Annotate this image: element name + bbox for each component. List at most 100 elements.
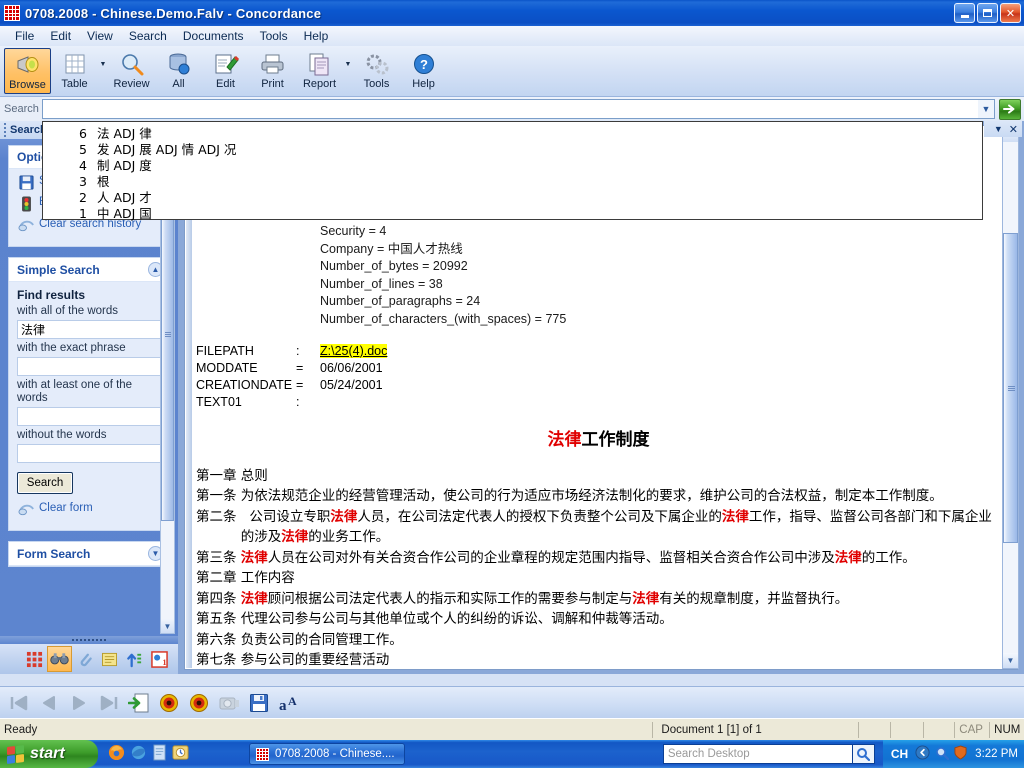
title-bar: 0708.2008 - Chinese.Demo.Falv - Concorda… (0, 0, 1024, 26)
internet-explorer-icon[interactable] (130, 744, 147, 764)
shield-icon[interactable] (954, 745, 967, 763)
magnifier-icon[interactable] (935, 746, 950, 763)
toolbar-button-table[interactable]: Table (51, 48, 98, 94)
table-dropdown-arrow-icon[interactable]: ▼ (98, 48, 108, 94)
camera-button[interactable] (214, 689, 244, 717)
taskbar-task-concordance[interactable]: 0708.2008 - Chinese.... (249, 743, 405, 765)
toolbar-button-review[interactable]: Review (108, 48, 155, 94)
search-keyword-hit[interactable]: 法律 (281, 529, 308, 545)
desktop-search-input[interactable]: Search Desktop (662, 744, 853, 764)
history-item[interactable]: 6 法 ADJ 律 (43, 126, 982, 142)
search-keyword-hit[interactable]: 法律 (632, 591, 659, 607)
input-any-words[interactable] (17, 407, 163, 426)
document-paragraph: 第一条 为依法规范企业的经营管理活动，使公司的行为适应市场经济法制化的要求，维护… (196, 486, 1001, 507)
input-without-words[interactable] (17, 444, 163, 463)
dictionary-icon[interactable]: 1 (147, 646, 172, 672)
gears-icon (364, 50, 390, 78)
attachments-paperclip-icon[interactable] (72, 646, 97, 672)
notes-icon[interactable] (97, 646, 122, 672)
report-dropdown-arrow-icon[interactable]: ▼ (343, 48, 353, 94)
history-item[interactable]: 1 中 ADJ 国 (43, 206, 982, 222)
form-search-header[interactable]: Form Search ▼ (9, 542, 171, 566)
paragraph-label: 第六条 (196, 631, 241, 648)
menu-item-edit[interactable]: Edit (42, 27, 79, 45)
toolbar-button-tools[interactable]: Tools (353, 48, 400, 94)
notepad-icon[interactable] (152, 744, 167, 764)
scroll-down-icon[interactable]: ▼ (1003, 653, 1018, 668)
browse-binoculars-icon[interactable] (47, 646, 72, 672)
sidebar-resize-grip[interactable] (0, 636, 178, 644)
maximize-button[interactable] (977, 3, 998, 23)
menu-item-file[interactable]: File (7, 27, 42, 45)
goto-record-button[interactable] (124, 689, 154, 717)
save-button[interactable] (244, 689, 274, 717)
search-keyword-hit[interactable]: 法律 (835, 550, 862, 566)
input-all-words[interactable] (17, 320, 163, 339)
document-scrollbar-thumb[interactable] (1003, 233, 1018, 543)
field-row: FILEPATH : Z:\25(4).doc (196, 343, 1001, 360)
show-hidden-icon[interactable] (915, 745, 930, 763)
menu-item-view[interactable]: View (79, 27, 121, 45)
history-item[interactable]: 4 制 ADJ 度 (43, 158, 982, 174)
taskbar: start 0708.2008 - Chinese.... Search Des (0, 740, 1024, 768)
outlook-icon[interactable] (172, 744, 189, 764)
unmark-record-button[interactable] (184, 689, 214, 717)
menu-item-search[interactable]: Search (121, 27, 175, 45)
search-keyword-hit[interactable]: 法律 (330, 509, 357, 525)
toolbar-button-print[interactable]: Print (249, 48, 296, 94)
font-button[interactable]: aA (274, 689, 304, 717)
document-metadata: Security = 4 Company = 中国人才热线 Number_of_… (196, 223, 1001, 329)
history-item[interactable]: 3 根 (43, 174, 982, 190)
history-item-text: 中 ADJ 国 (97, 206, 152, 221)
toolbar-button-edit[interactable]: Edit (202, 48, 249, 94)
field-separator: : (296, 343, 300, 358)
clear-form-item[interactable]: Clear form (17, 502, 163, 516)
last-record-button[interactable] (94, 689, 124, 717)
sidebar-scroll-down-icon[interactable]: ▼ (161, 619, 174, 633)
green-arrow-right-icon[interactable] (999, 98, 1021, 120)
close-icon[interactable]: ✕ (1009, 123, 1018, 136)
history-item-text: 法 ADJ 律 (97, 126, 152, 141)
toolbar-button-browse[interactable]: Browse (4, 48, 51, 94)
flashlight-icon (14, 51, 42, 79)
first-record-button[interactable] (4, 689, 34, 717)
menu-item-tools[interactable]: Tools (252, 27, 296, 45)
search-keyword-hit[interactable]: 法律 (722, 509, 749, 525)
search-button[interactable]: Search (17, 472, 73, 494)
taskbar-clock[interactable]: 3:22 PM (975, 748, 1018, 760)
document-scrollbar[interactable]: ▲ ▼ (1002, 126, 1019, 669)
chevron-down-icon[interactable]: ▼ (994, 124, 1003, 134)
language-indicator[interactable]: CH (891, 747, 908, 761)
label-exact-phrase: with the exact phrase (17, 342, 126, 354)
menu-item-help[interactable]: Help (296, 27, 337, 45)
toolbar-label-all: All (172, 78, 185, 90)
menu-item-documents[interactable]: Documents (175, 27, 252, 45)
history-item[interactable]: 5 发 ADJ 展 ADJ 情 ADJ 况 (43, 142, 982, 158)
toolbar-button-report[interactable]: Report (296, 48, 343, 94)
next-record-button[interactable] (64, 689, 94, 717)
paragraph-text: 法律人员在公司对外有关合资合作公司的企业章程的规定范围内指导、监督相关合资合作公… (241, 548, 1001, 569)
history-item[interactable]: 2 人 ADJ 才 (43, 190, 982, 206)
sort-icon[interactable] (122, 646, 147, 672)
quick-search-input[interactable] (43, 99, 978, 119)
firefox-icon[interactable] (108, 744, 125, 764)
meta-line: Company = 中国人才热线 (320, 241, 463, 256)
toolbar-button-help[interactable]: ? Help (400, 48, 447, 94)
search-history-dropdown[interactable]: 6 法 ADJ 律 5 发 ADJ 展 ADJ 情 ADJ 况 4 制 ADJ … (42, 121, 983, 222)
input-exact-phrase[interactable] (17, 357, 163, 376)
chevron-down-icon[interactable]: ▼ (978, 100, 994, 118)
quick-search-field[interactable]: ▼ (42, 99, 995, 119)
start-button[interactable]: start (0, 740, 98, 768)
mark-record-button[interactable] (154, 689, 184, 717)
close-button[interactable]: ✕ (1000, 3, 1021, 23)
sidebar-grip-icon[interactable] (4, 123, 6, 137)
search-keyword-hit[interactable]: 法律 (241, 591, 268, 607)
magnifier-icon[interactable] (852, 744, 875, 764)
toolbar-button-all[interactable]: All (155, 48, 202, 94)
previous-record-button[interactable] (34, 689, 64, 717)
minimize-button[interactable] (954, 3, 975, 23)
table-view-icon[interactable] (22, 646, 47, 672)
field-value-filepath[interactable]: Z:\25(4).doc (320, 343, 388, 358)
field-separator: = (296, 377, 304, 392)
search-keyword-hit[interactable]: 法律 (241, 550, 268, 566)
